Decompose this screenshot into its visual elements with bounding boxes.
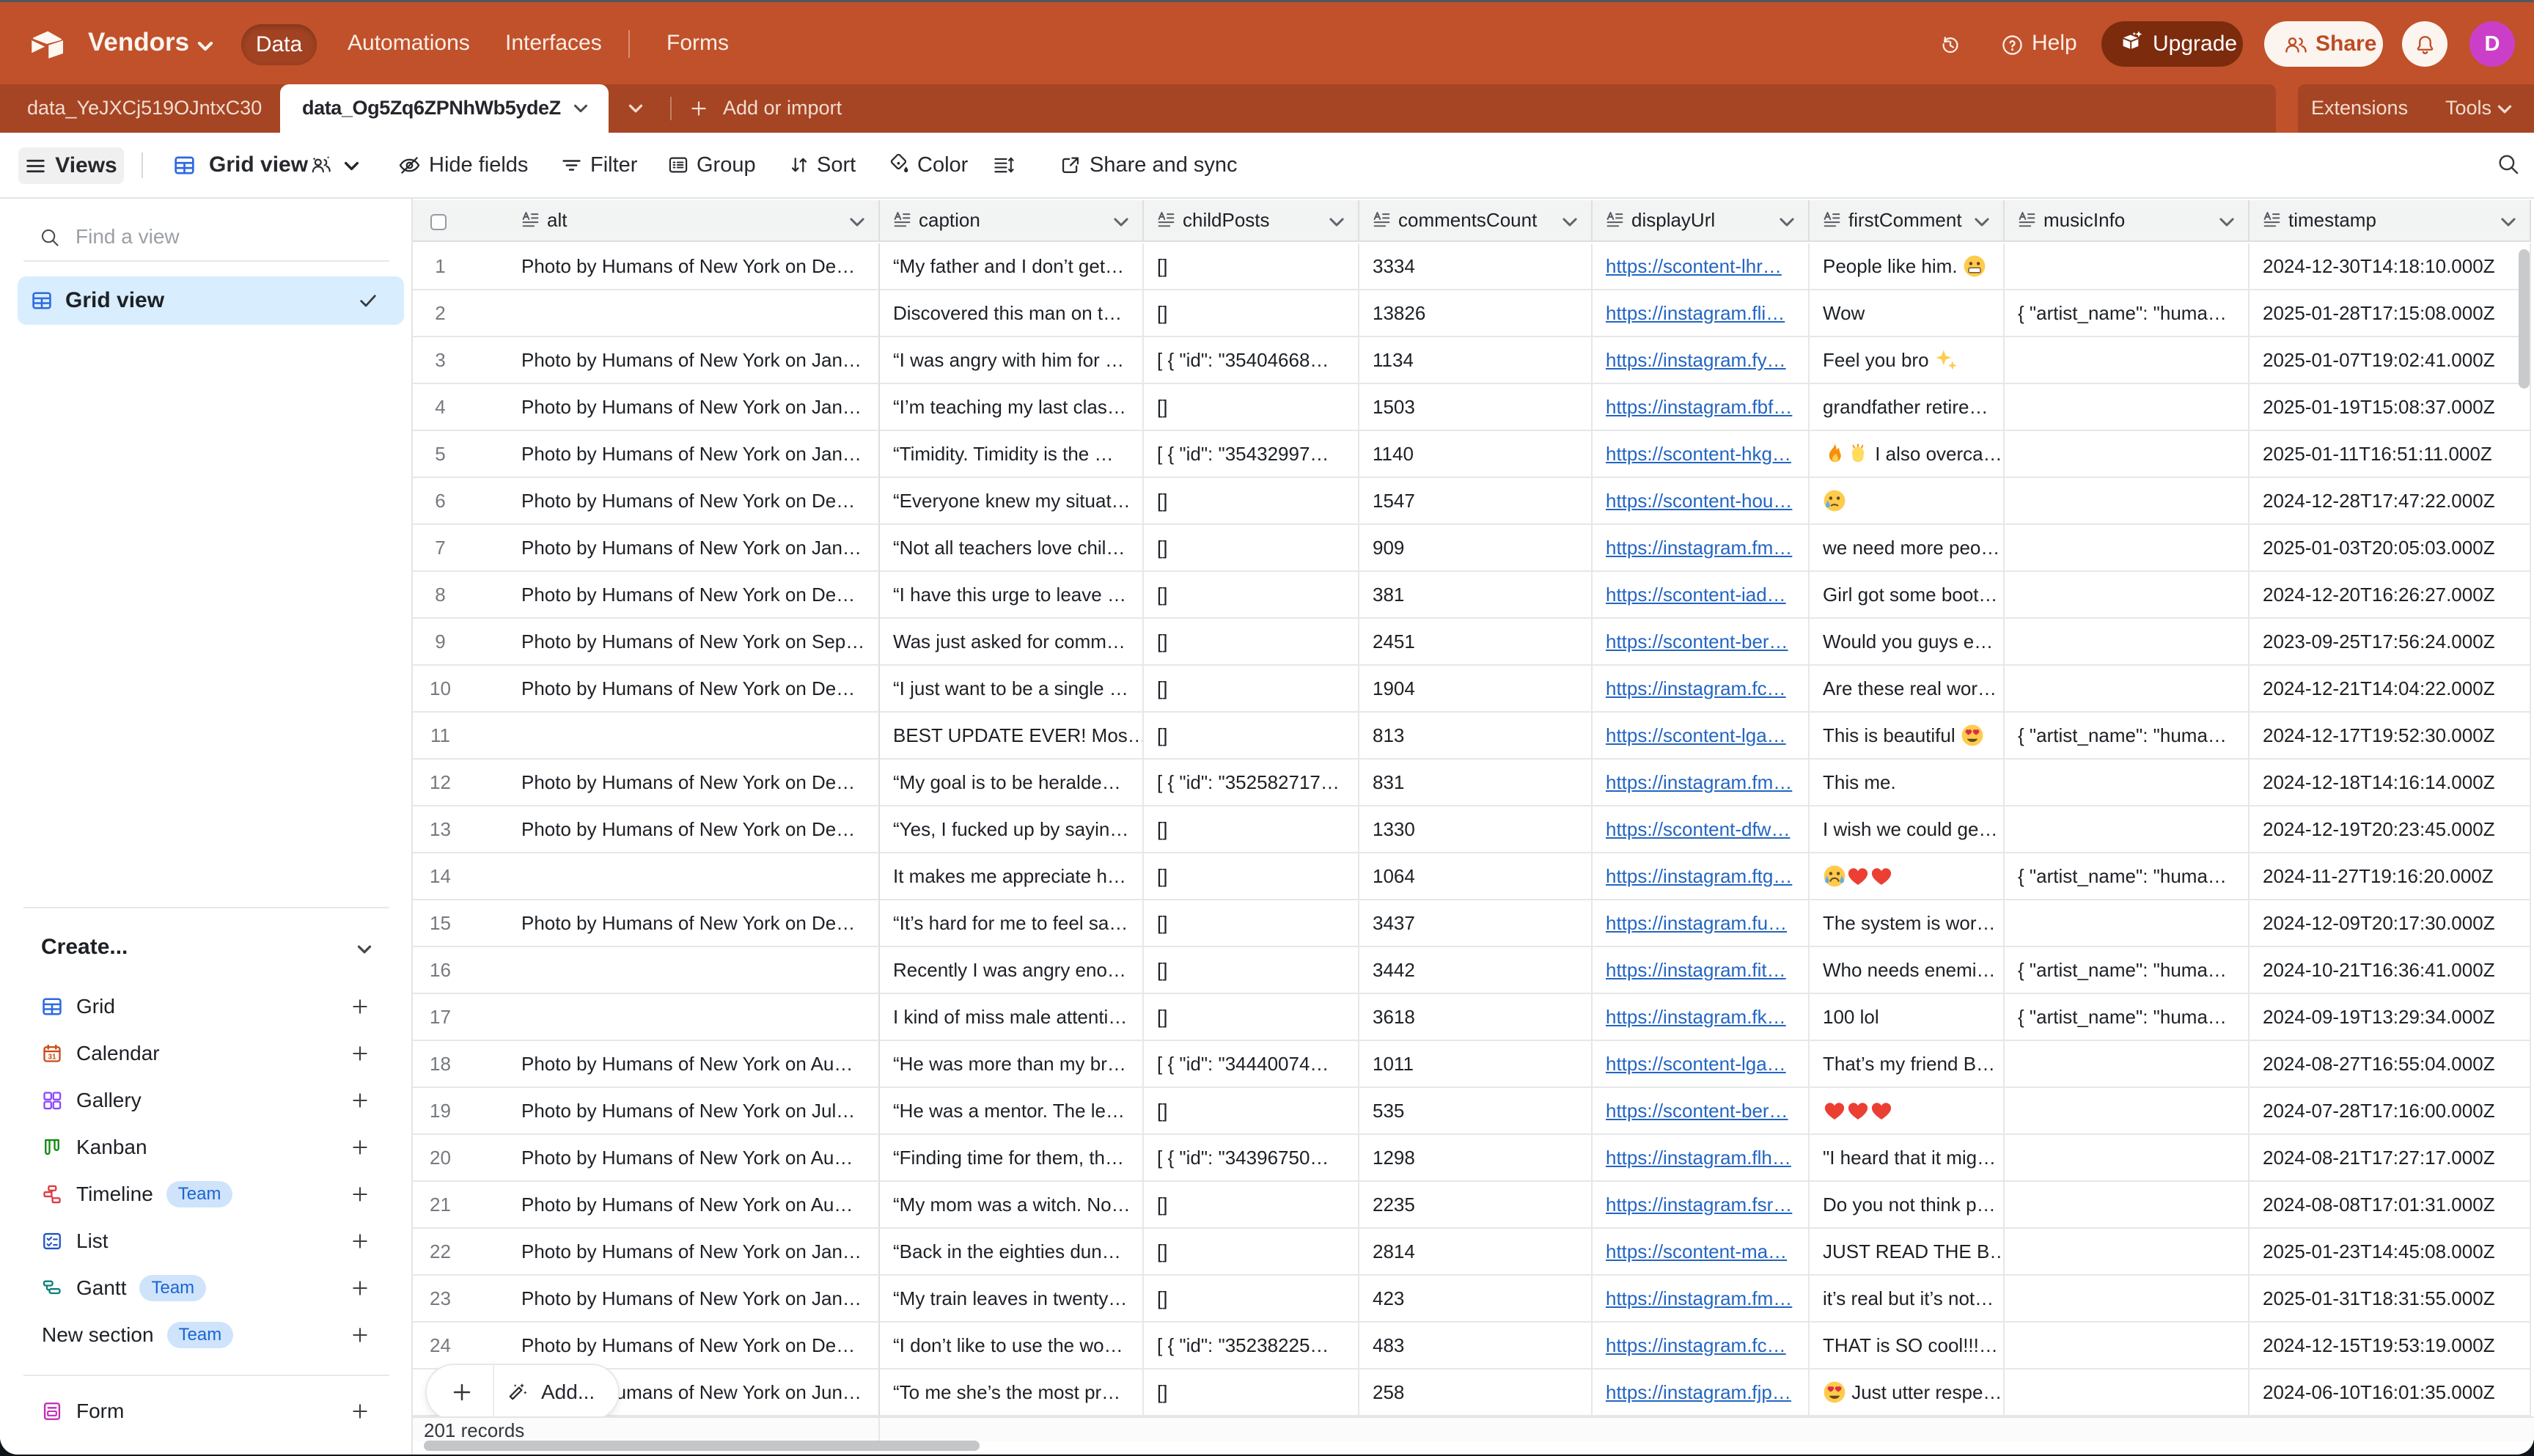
svg-text:31: 31 [48,1054,56,1062]
